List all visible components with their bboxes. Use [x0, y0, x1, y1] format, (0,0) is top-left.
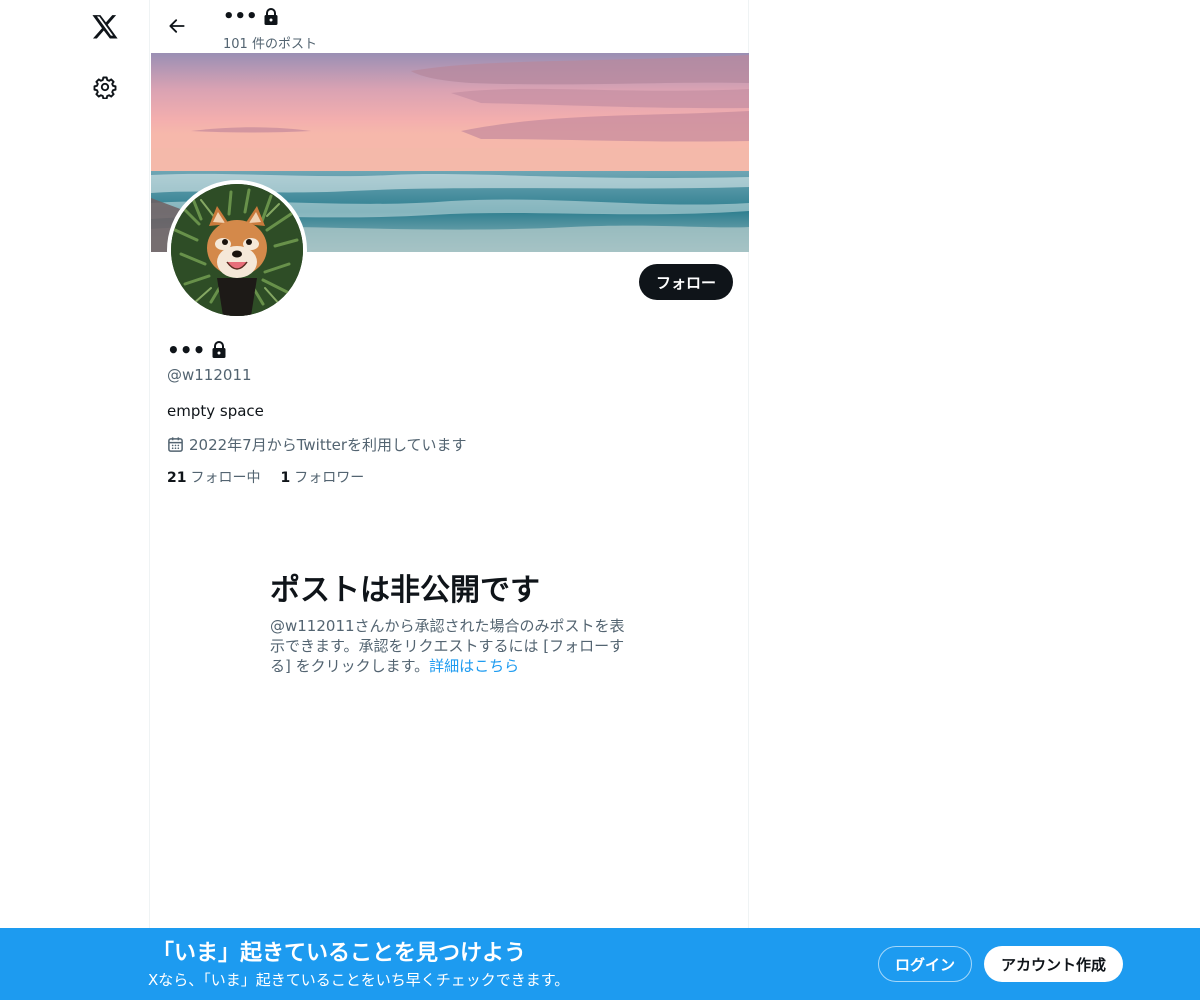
profile-display-name: ••• [167, 338, 206, 362]
profile-handle: @w112011 [167, 366, 252, 384]
back-button[interactable] [160, 9, 194, 43]
following-link[interactable]: 21 フォロー中 [167, 467, 260, 487]
followers-count: 1 [280, 470, 291, 486]
header-name: ••• [223, 6, 258, 27]
signup-banner-subtitle: Xなら、「いま」起きていることをいち早くチェックできます。 [148, 971, 570, 989]
left-nav [0, 0, 150, 1000]
lock-icon [264, 8, 278, 25]
private-notice: ポストは非公開です @w112011さんから承認された場合のみポストを表示できま… [270, 572, 630, 676]
private-notice-description: @w112011さんから承認された場合のみポストを表示できます。承認をリクエスト… [270, 616, 630, 676]
follow-button[interactable]: フォロー [639, 264, 733, 300]
login-button[interactable]: ログイン [878, 946, 972, 982]
learn-more-link[interactable]: 詳細はこちら [429, 657, 519, 675]
profile-name: ••• [167, 338, 227, 362]
join-date-text: 2022年7月からTwitterを利用しています [189, 436, 467, 454]
profile-bio: empty space [167, 402, 264, 420]
followers-link[interactable]: 1 フォロワー [280, 467, 364, 487]
calendar-icon [168, 437, 183, 452]
create-account-button[interactable]: アカウント作成 [984, 946, 1123, 982]
lock-icon [212, 341, 226, 358]
profile-column: ••• 101 件のポスト フォロー ••• @w112011 empty sp… [149, 0, 749, 1000]
header-title: ••• [223, 6, 279, 28]
followers-label: フォロワー [294, 470, 365, 486]
profile-avatar[interactable] [167, 180, 307, 320]
settings-gear-icon[interactable] [81, 63, 129, 111]
signup-banner: 「いま」起きていることを見つけよう Xなら、「いま」起きていることをいち早くチェ… [0, 928, 1200, 1000]
following-label: フォロー中 [190, 470, 261, 486]
following-count: 21 [167, 470, 187, 486]
post-count: 101 件のポスト [223, 37, 317, 52]
signup-banner-title: 「いま」起きていることを見つけよう [152, 941, 527, 966]
follow-counts: 21 フォロー中 1 フォロワー [167, 467, 364, 487]
join-date: 2022年7月からTwitterを利用しています [167, 434, 467, 455]
private-notice-title: ポストは非公開です [270, 573, 540, 608]
profile-header-bar: ••• 101 件のポスト [150, 0, 748, 53]
x-logo-icon[interactable] [81, 4, 129, 52]
arrow-left-icon [169, 19, 185, 33]
